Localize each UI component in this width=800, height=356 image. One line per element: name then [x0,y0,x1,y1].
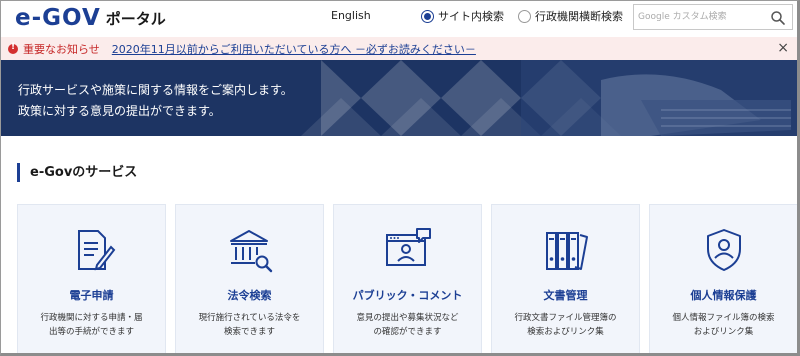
building-search-icon [229,230,272,273]
hero-line-1: 行政サービスや施策に関する情報をご案内します。 [18,83,293,97]
card-hourei-kensaku[interactable]: 法令検索 現行施行されている法令を 検索できます [175,204,324,353]
notice-link[interactable]: 2020年11月以前からご利用いただいている方へ －必ずお読みください－ [112,41,476,57]
card-desc-line: の確認ができます [373,327,442,337]
card-desc: 行政文書ファイル管理簿の 検索およびリンク集 [500,311,631,339]
card-title: 電子申請 [69,289,114,302]
notice-label: 重要なお知らせ [23,42,100,56]
card-desc-line: 検索できます [223,327,275,337]
card-desc: 行政機関に対する申請・届 出等の手続ができます [26,311,157,339]
section-title: e-Govのサービス [17,163,137,182]
card-desc-line: 個人情報ファイル簿の検索 [672,313,775,323]
card-desc: 現行施行されている法令を 検索できます [184,311,315,339]
card-title: 文書管理 [543,289,588,302]
card-desc-line: 行政文書ファイル管理簿の [514,313,617,323]
radio-cross-search[interactable]: 行政機関横断検索 [518,8,623,24]
page-frame: e-GOV ポータル English サイト内検索 行政機関横断検索 Googl… [0,0,800,356]
radio-site-search[interactable]: サイト内検索 [421,8,504,24]
browser-comment-icon [385,228,431,266]
card-bunsho-kanri[interactable]: 文書管理 行政文書ファイル管理簿の 検索およびリンク集 [491,204,640,353]
hero-banner: 行政サービスや施策に関する情報をご案内します。 政策に対する意見の提出ができます… [1,60,797,136]
card-desc-line: 出等の手続ができます [48,327,134,337]
radio-site-search-label: サイト内検索 [438,10,504,23]
search-input[interactable] [634,6,762,28]
card-title: 個人情報保護 [690,289,757,302]
site-header: e-GOV ポータル English サイト内検索 行政機関横断検索 [1,1,797,37]
search-icon[interactable] [769,9,787,27]
card-desc-line: 意見の提出や募集状況など [356,313,459,323]
radio-cross-search-label: 行政機関横断検索 [535,10,623,23]
card-desc-line: およびリンク集 [693,327,754,337]
document-pen-icon [77,230,115,271]
radio-unselected-icon[interactable] [518,9,531,23]
logo-mark: e-GOV [15,5,101,31]
card-title: 法令検索 [227,289,272,302]
service-cards: 電子申請 行政機関に対する申請・届 出等の手続ができます 法令検索 現行施行され… [17,204,797,353]
hero-text: 行政サービスや施策に関する情報をご案内します。 政策に対する意見の提出ができます… [18,80,293,122]
hero-line-2: 政策に対する意見の提出ができます。 [18,104,221,118]
card-desc: 意見の提出や募集状況など の確認ができます [342,311,473,339]
card-desc: 個人情報ファイル簿の検索 およびリンク集 [658,311,789,339]
card-title: パブリック・コメント [352,289,463,302]
card-public-comment[interactable]: パブリック・コメント 意見の提出や募集状況など の確認ができます [333,204,482,353]
card-desc-line: 検索およびリンク集 [527,327,604,337]
close-icon[interactable]: × [777,40,789,56]
card-denshi-shinsei[interactable]: 電子申請 行政機関に対する申請・届 出等の手続ができます [17,204,166,353]
logo-text: ポータル [105,9,166,28]
search-scope-radio-group: サイト内検索 行政機関横断検索 [421,8,637,24]
search-box [633,4,793,30]
card-desc-line: 行政機関に対する申請・届 [40,313,143,323]
important-notice-bar: 重要なお知らせ 2020年11月以前からご利用いただいている方へ －必ずお読みく… [1,37,797,60]
radio-selected-icon[interactable] [421,9,434,23]
site-logo[interactable]: e-GOV ポータル [15,5,166,31]
english-link[interactable]: English [331,9,371,22]
shield-person-icon [706,229,741,271]
card-desc-line: 現行施行されている法令を [198,313,301,323]
alert-icon [8,42,18,54]
card-kojin-jouhou-hogo[interactable]: 個人情報保護 個人情報ファイル簿の検索 およびリンク集 [649,204,797,353]
binders-icon [545,232,588,270]
